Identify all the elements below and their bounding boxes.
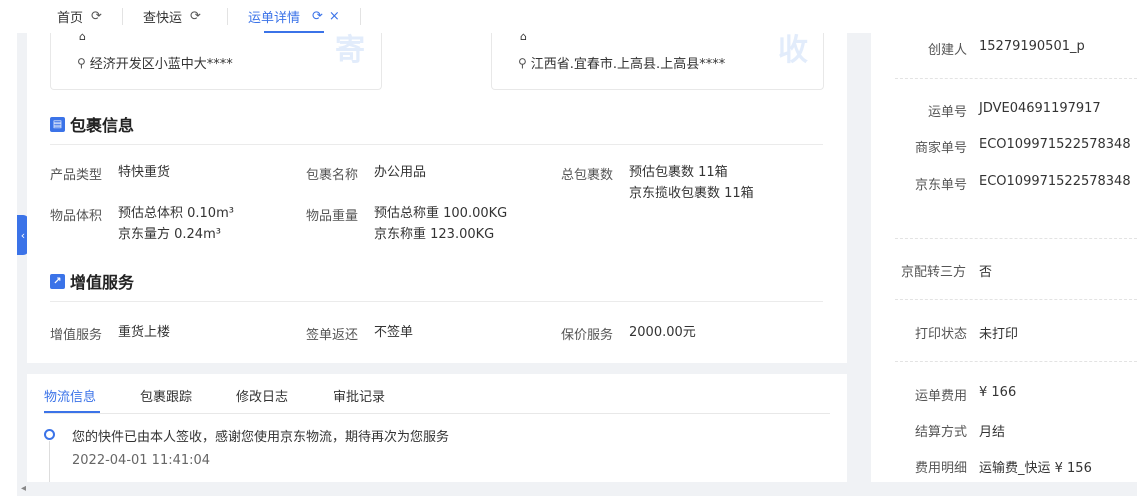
logistics-entry-message: 您的快件已由本人签收，感谢您使用京东物流，期待再次为您服务 [72,430,450,445]
receiver-address-text: 江西省.宜春市.上高县.上高县**** [530,57,726,72]
insurance-value: 2000.00元 [629,325,696,340]
tab-query-freight[interactable]: 查快运 ⟳ [143,0,201,33]
logistics-entry-time: 2022-04-01 11:41:04 [72,453,211,468]
dashed-divider [895,78,1137,79]
volume-measured: 京东量方 0.24m³ [118,227,221,242]
tab-waybill-detail[interactable]: 运单详情 ⟳ × [248,0,340,33]
section-divider [50,301,823,302]
dashed-divider [895,238,1137,239]
total-packages-label: 总包裹数 [561,168,614,183]
building-icon: ⌂ [79,33,86,43]
receiver-address: ⚲ 江西省.宜春市.上高县.上高县**** [518,53,726,73]
scroll-left-icon[interactable]: ◂ [21,483,26,494]
sign-return-label: 签单返还 [306,328,359,343]
merchant-no-label: 商家单号 [914,141,967,156]
dashed-divider [895,299,1137,300]
sign-return-value: 不签单 [374,325,414,340]
fee-detail-value: 运输费_快运 ¥ 156 [979,461,1092,476]
refresh-icon[interactable]: ⟳ [312,9,323,24]
value-added-title-text: 增值服务 [70,273,135,292]
tab-separator [122,8,123,25]
left-strip [0,33,17,496]
tab-change-log[interactable]: 修改日志 [236,386,288,405]
receiver-address-box: ⌂ ⚲ 江西省.宜春市.上高县.上高县**** 收 [491,33,824,90]
tabs-divider [44,413,830,414]
fee-value: ¥ 166 [979,385,1017,400]
total-packages-collected: 京东揽收包裹数 11箱 [629,186,754,201]
jd-no-label: 京东单号 [914,178,967,193]
third-party-label: 京配转三方 [900,265,966,280]
sender-address: ⚲ 经济开发区小蓝中大**** [77,53,233,73]
waybill-summary-panel: 创建人 15279190501_p 运单号 JDVE04691197917 商家… [871,33,1137,482]
volume-estimated: 预估总体积 0.10m³ [118,206,234,221]
insurance-label: 保价服务 [561,328,614,343]
chevron-left-icon: ‹ [20,228,26,242]
settlement-value: 月结 [979,425,1006,440]
waybill-label: 运单号 [927,105,967,120]
logistics-card: 物流信息 包裹跟踪 修改日志 审批记录 您的快件已由本人签收，感谢您使用京东物流… [27,374,847,484]
waybill-value: JDVE04691197917 [979,101,1101,116]
weight-label: 物品重量 [306,209,359,224]
total-packages-estimated: 预估包裹数 11箱 [629,165,728,180]
merchant-no-value: ECO109971522578348 [979,137,1131,152]
dashed-divider [895,361,1137,362]
package-name-label: 包裹名称 [306,168,359,183]
creator-value: 15279190501_p [979,39,1085,54]
location-pin-icon: ⚲ [77,55,86,70]
third-party-value: 否 [979,265,993,280]
product-type-value: 特快重货 [118,165,171,180]
trend-chart-icon: ↗ [50,273,65,289]
tab-package-tracking[interactable]: 包裹跟踪 [140,386,192,405]
tab-separator [227,8,228,25]
package-name-value: 办公用品 [374,165,427,180]
sender-stamp: 寄 [335,33,365,68]
waybill-main-card: ⌂ ⚲ 经济开发区小蓝中大**** 寄 ⌂ ⚲ 江西省.宜春市.上高县.上高县*… [27,33,847,363]
tab-separator [360,8,361,25]
print-status-label: 打印状态 [914,327,967,342]
creator-label: 创建人 [927,43,967,58]
fee-label: 运单费用 [914,389,967,404]
tab-query-freight-label: 查快运 [143,11,183,26]
close-icon[interactable]: × [329,9,340,24]
tab-bar: 首页 ⟳ 查快运 ⟳ 运单详情 ⟳ × [0,0,1137,33]
timeline-line [49,441,50,484]
jd-no-value: ECO109971522578348 [979,174,1131,189]
section-divider [50,144,823,145]
sender-address-text: 经济开发区小蓝中大**** [89,57,233,72]
location-pin-icon: ⚲ [518,55,527,70]
package-icon: ▤ [50,116,65,132]
tab-home-label: 首页 [57,11,84,26]
refresh-icon[interactable]: ⟳ [91,9,102,24]
refresh-icon[interactable]: ⟳ [190,9,201,24]
value-service-label: 增值服务 [50,328,103,343]
tab-approval-records[interactable]: 审批记录 [333,386,385,405]
receiver-stamp: 收 [778,33,808,68]
package-info-title-text: 包裹信息 [70,116,135,135]
weight-measured: 京东称重 123.00KG [374,227,495,242]
weight-estimated: 预估总称重 100.00KG [374,206,508,221]
product-type-label: 产品类型 [50,168,103,183]
print-status-value: 未打印 [979,327,1019,342]
building-icon: ⌂ [520,33,527,43]
value-service-value: 重货上楼 [118,325,171,340]
tab-logistics-info[interactable]: 物流信息 [44,386,96,405]
settlement-label: 结算方式 [914,425,967,440]
horizontal-scrollbar[interactable]: ◂ [17,482,1137,496]
volume-label: 物品体积 [50,209,103,224]
value-added-title: ↗ 增值服务 [50,269,134,293]
tab-waybill-detail-label: 运单详情 [248,11,301,26]
fee-detail-label: 费用明细 [914,461,967,476]
timeline-dot [44,429,55,440]
sender-address-box: ⌂ ⚲ 经济开发区小蓝中大**** 寄 [50,33,382,90]
package-info-title: ▤ 包裹信息 [50,112,134,136]
tab-home[interactable]: 首页 ⟳ [57,0,102,33]
